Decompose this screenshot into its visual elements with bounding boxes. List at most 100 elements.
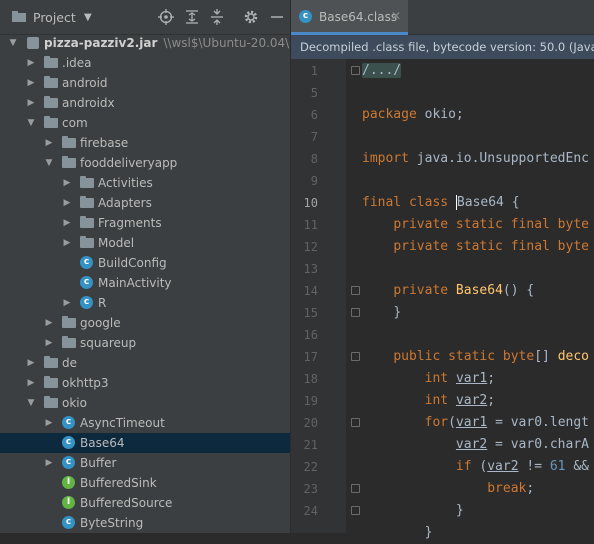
tree-item-label: firebase	[80, 136, 129, 150]
line-number: 9	[310, 174, 318, 188]
code-line: break;	[487, 481, 535, 496]
code-line: for(var1 = var0.lengt	[424, 415, 589, 430]
fold-marker-icon[interactable]	[351, 308, 360, 317]
tree-item-de[interactable]: ▶ de	[0, 353, 290, 373]
code-line: }	[424, 525, 433, 540]
collapse-all-icon[interactable]	[209, 9, 225, 25]
tree-item-label: de	[62, 356, 77, 370]
code-line: package okio;	[362, 107, 464, 122]
line-number: 22	[303, 460, 318, 474]
chevron-right-icon[interactable]: ▶	[44, 333, 54, 353]
close-icon[interactable]: ✕	[391, 9, 401, 23]
tree-item-bufferedsink[interactable]: I BufferedSink	[0, 473, 290, 493]
line-number: 11	[303, 218, 318, 232]
tree-item-fooddeliveryapp[interactable]: ▼ fooddeliveryapp	[0, 153, 290, 173]
class-icon: c	[80, 276, 93, 289]
tree-item-label: Fragments	[98, 216, 162, 230]
chevron-right-icon[interactable]: ▶	[26, 353, 36, 373]
code-line: import java.io.UnsupportedEnc	[362, 151, 589, 166]
tree-item-activities[interactable]: ▶ Activities	[0, 173, 290, 193]
tree-item-firebase[interactable]: ▶ firebase	[0, 133, 290, 153]
tree-item-model[interactable]: ▶ Model	[0, 233, 290, 253]
line-number: 21	[303, 438, 318, 452]
fold-marker-icon[interactable]	[351, 484, 360, 493]
code-line: int var1;	[424, 371, 496, 386]
chevron-right-icon[interactable]: ▶	[26, 93, 36, 113]
tree-item-jar[interactable]: ▼ pizza-pazziv2.jar\\wsl$\Ubuntu-20.04\h…	[0, 33, 290, 53]
locate-icon[interactable]	[158, 9, 174, 25]
folder-icon	[62, 156, 76, 168]
chevron-right-icon[interactable]: ▶	[62, 213, 72, 233]
code-line: /.../	[362, 60, 402, 82]
project-panel-header: Project ▼	[0, 0, 290, 35]
code-line: var2 = var0.charA	[455, 437, 589, 452]
chevron-right-icon[interactable]: ▶	[44, 413, 54, 433]
tree-item-adapters[interactable]: ▶ Adapters	[0, 193, 290, 213]
tree-item-android[interactable]: ▶ android	[0, 73, 290, 93]
chevron-down-icon[interactable]: ▼	[26, 113, 36, 133]
chevron-right-icon[interactable]: ▶	[26, 53, 36, 73]
tree-item-asynctimeout[interactable]: ▶ c AsyncTimeout	[0, 413, 290, 433]
line-number: 23	[303, 482, 318, 496]
line-number: 24	[303, 504, 318, 518]
chevron-right-icon[interactable]: ▶	[44, 133, 54, 153]
folder-icon	[44, 356, 58, 368]
chevron-down-icon[interactable]: ▼	[44, 153, 54, 173]
class-icon: c	[299, 10, 312, 23]
gear-icon[interactable]	[243, 9, 259, 25]
interface-icon: I	[62, 496, 75, 509]
class-icon: c	[80, 256, 93, 269]
tree-item-google[interactable]: ▶ google	[0, 313, 290, 333]
tree-item-base64[interactable]: c Base64	[0, 433, 290, 453]
fold-marker-icon[interactable]	[351, 418, 360, 427]
chevron-right-icon[interactable]: ▶	[62, 193, 72, 213]
tree-item-bufferedsource[interactable]: I BufferedSource	[0, 493, 290, 513]
interface-icon: I	[62, 476, 75, 489]
folder-icon	[80, 216, 94, 228]
tree-item-idea[interactable]: ▶ .idea	[0, 53, 290, 73]
code-line: int var2;	[424, 393, 496, 408]
line-number: 13	[303, 262, 318, 276]
tree-item-com[interactable]: ▼ com	[0, 113, 290, 133]
chevron-right-icon[interactable]: ▶	[44, 313, 54, 333]
tree-item-squareup[interactable]: ▶ squareup	[0, 333, 290, 353]
chevron-down-icon[interactable]: ▼	[8, 33, 18, 53]
line-number: 7	[310, 130, 318, 144]
tree-item-buffer[interactable]: ▶ c Buffer	[0, 453, 290, 473]
tree-item-okhttp3[interactable]: ▶ okhttp3	[0, 373, 290, 393]
line-number: 15	[303, 306, 318, 320]
editor-tab[interactable]: c Base64.class ✕	[291, 0, 408, 35]
project-view-selector[interactable]: Project	[33, 10, 76, 25]
fold-marker-icon[interactable]	[351, 506, 360, 515]
chevron-right-icon[interactable]: ▶	[62, 233, 72, 253]
folder-icon	[62, 136, 76, 148]
fold-marker-icon[interactable]	[351, 286, 360, 295]
expand-all-icon[interactable]	[184, 9, 200, 25]
tree-item-buildconfig[interactable]: c BuildConfig	[0, 253, 290, 273]
tree-item-label: BufferedSink	[80, 476, 157, 490]
folder-icon	[62, 316, 76, 328]
tree-item-androidx[interactable]: ▶ androidx	[0, 93, 290, 113]
tree-item-mainactivity[interactable]: c MainActivity	[0, 273, 290, 293]
chevron-down-icon[interactable]: ▼	[84, 12, 92, 23]
chevron-right-icon[interactable]: ▶	[62, 173, 72, 193]
chevron-right-icon[interactable]: ▶	[26, 73, 36, 93]
fold-marker-icon[interactable]	[351, 66, 360, 75]
tree-item-fragments[interactable]: ▶ Fragments	[0, 213, 290, 233]
tree-item-label: ByteString	[80, 516, 144, 530]
chevron-right-icon[interactable]: ▶	[44, 453, 54, 473]
tree-item-r[interactable]: ▶ c R	[0, 293, 290, 313]
chevron-right-icon[interactable]: ▶	[62, 293, 72, 313]
tree-item-label: androidx	[62, 96, 115, 110]
class-icon: c	[62, 416, 75, 429]
minimize-icon[interactable]	[269, 9, 285, 25]
tree-item-okio[interactable]: ▼ okio	[0, 393, 290, 413]
chevron-right-icon[interactable]: ▶	[26, 373, 36, 393]
code-line: private static final byte	[393, 239, 589, 254]
chevron-down-icon[interactable]: ▼	[26, 393, 36, 413]
folded-region[interactable]: /.../	[362, 63, 402, 78]
tree-item-bytestring[interactable]: c ByteString	[0, 513, 290, 533]
project-folder-icon	[12, 11, 26, 22]
code-line: public static byte[] deco	[393, 349, 589, 364]
fold-marker-icon[interactable]	[351, 352, 360, 361]
